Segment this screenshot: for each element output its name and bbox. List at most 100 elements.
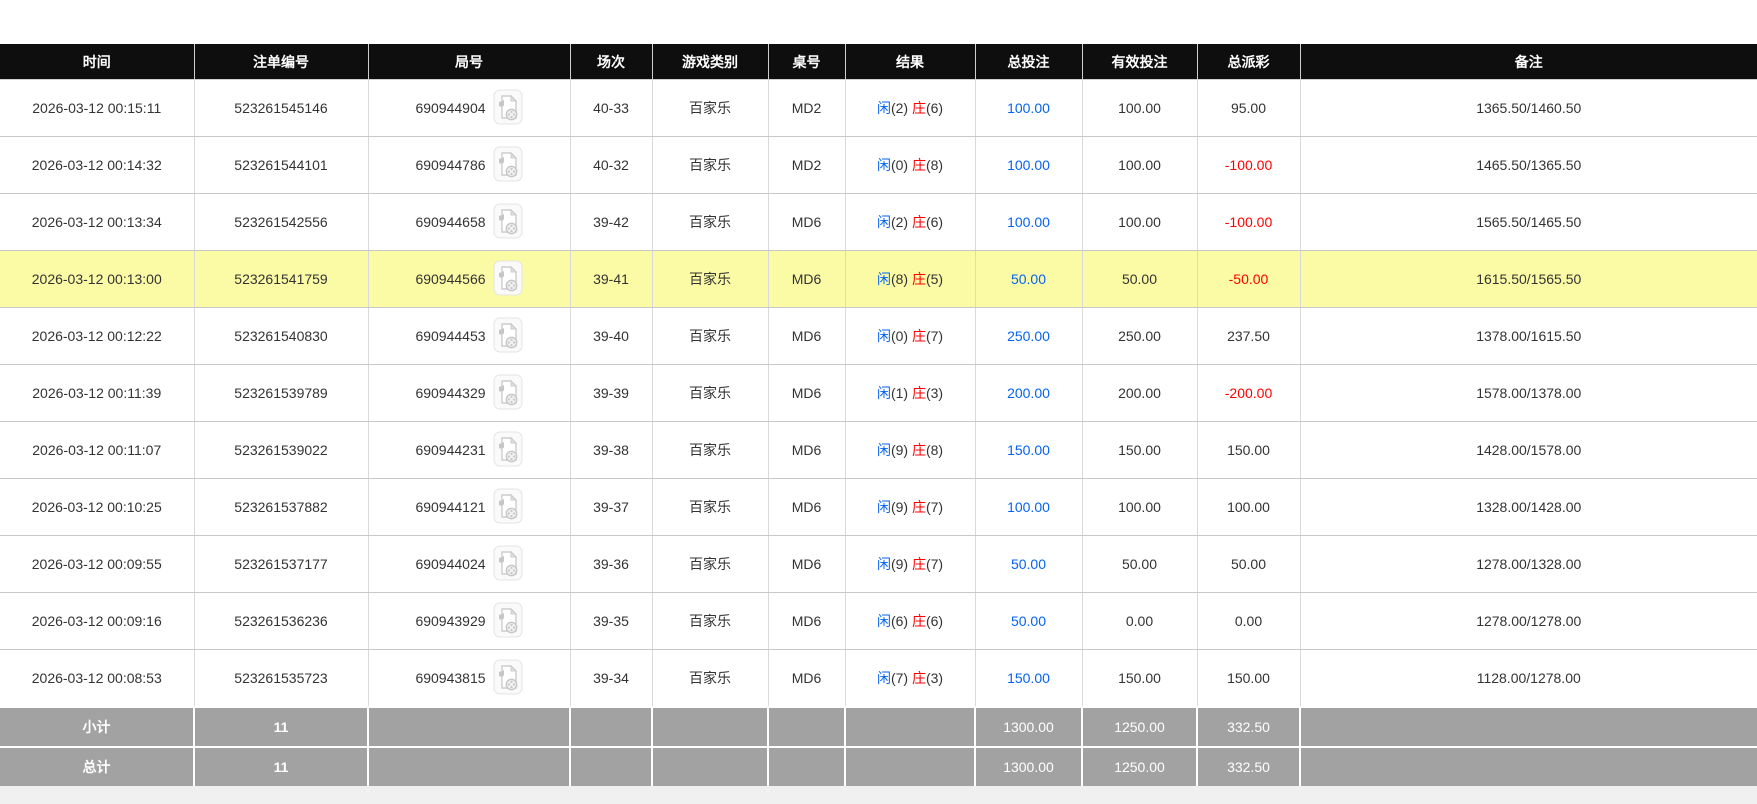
player-label: 闲	[876, 157, 891, 173]
remark-cell: 1128.00/1278.00	[1300, 649, 1757, 708]
result-cell: 闲(9) 庄(7)	[845, 478, 976, 536]
video-replay-icon[interactable]	[493, 89, 523, 128]
column-header-total-bet: 总投注	[975, 44, 1083, 80]
banker-score: (8)	[925, 157, 944, 173]
table-row: 2026-03-12 00:13:00 523261541759 690944566…	[0, 250, 1757, 308]
table-id-cell: MD6	[768, 649, 846, 708]
remark-cell: 1428.00/1578.00	[1300, 421, 1757, 479]
column-header-table-id: 桌号	[768, 44, 846, 80]
video-replay-icon[interactable]	[493, 431, 523, 470]
total-bet-link[interactable]: 100.00	[1007, 214, 1050, 230]
table-id-cell: MD6	[768, 307, 846, 365]
video-replay-icon[interactable]	[493, 602, 523, 641]
bet-id-cell: 523261544101	[194, 136, 369, 194]
table-row: 2026-03-12 00:08:53 523261535723 690943815…	[0, 649, 1757, 708]
total-bet-link[interactable]: 200.00	[1007, 385, 1050, 401]
remark-cell: 1615.50/1565.50	[1300, 250, 1757, 308]
total-bet-cell: 150.00	[975, 421, 1083, 479]
payout-cell: 237.50	[1197, 307, 1301, 365]
header-row: 时间 注单编号 局号 场次 游戏类别 桌号 结果 总投注 有效投注 总派彩 备注	[0, 44, 1757, 80]
footer-empty-round	[368, 706, 571, 747]
bottom-spacer	[0, 786, 1757, 804]
table-id-cell: MD6	[768, 193, 846, 251]
player-label: 闲	[876, 670, 891, 686]
total-bet-link[interactable]: 50.00	[1011, 271, 1046, 287]
result-cell: 闲(8) 庄(5)	[845, 250, 976, 308]
video-replay-icon[interactable]	[493, 317, 523, 356]
game-type-cell: 百家乐	[652, 364, 769, 422]
top-spacer	[0, 0, 1757, 44]
banker-score: (7)	[925, 499, 944, 515]
valid-bet-cell: 100.00	[1082, 478, 1198, 536]
table-row: 2026-03-12 00:14:32 523261544101 690944786…	[0, 136, 1757, 194]
remark-cell: 1378.00/1615.50	[1300, 307, 1757, 365]
table-id-cell: MD6	[768, 592, 846, 650]
footer-empty-remark	[1300, 706, 1757, 747]
total-bet-cell: 100.00	[975, 79, 1083, 137]
result-cell: 闲(9) 庄(8)	[845, 421, 976, 479]
video-replay-icon[interactable]	[493, 260, 523, 299]
bet-id-cell: 523261542556	[194, 193, 369, 251]
total-bet-link[interactable]: 150.00	[1007, 442, 1050, 458]
table-row: 2026-03-12 00:13:34 523261542556 690944658…	[0, 193, 1757, 251]
banker-score: (6)	[925, 613, 944, 629]
footer-empty-result	[845, 706, 976, 747]
bet-id-cell: 523261539022	[194, 421, 369, 479]
total-bet-cell: 100.00	[975, 136, 1083, 194]
footer-empty-table-id	[768, 746, 846, 786]
table-row: 2026-03-12 00:10:25 523261537882 690944121…	[0, 478, 1757, 536]
banker-label: 庄	[911, 556, 926, 572]
total-bet-link[interactable]: 100.00	[1007, 100, 1050, 116]
round-id: 690944566	[415, 271, 486, 287]
valid-bet-cell: 100.00	[1082, 136, 1198, 194]
result-cell: 闲(2) 庄(6)	[845, 79, 976, 137]
round-id: 690944231	[415, 442, 486, 458]
payout-cell: -100.00	[1197, 193, 1301, 251]
video-replay-icon[interactable]	[493, 374, 523, 413]
remark-cell: 1565.50/1465.50	[1300, 193, 1757, 251]
bet-id-cell: 523261540830	[194, 307, 369, 365]
video-replay-icon[interactable]	[493, 203, 523, 242]
banker-label: 庄	[911, 613, 926, 629]
result-cell: 闲(0) 庄(7)	[845, 307, 976, 365]
session-cell: 39-39	[570, 364, 653, 422]
video-replay-icon[interactable]	[493, 659, 523, 698]
round-id: 690944329	[415, 385, 486, 401]
result-cell: 闲(6) 庄(6)	[845, 592, 976, 650]
result-cell: 闲(1) 庄(3)	[845, 364, 976, 422]
valid-bet-cell: 50.00	[1082, 535, 1198, 593]
total-bet-link[interactable]: 100.00	[1007, 157, 1050, 173]
valid-bet-cell: 150.00	[1082, 421, 1198, 479]
total-bet-cell: 150.00	[975, 649, 1083, 708]
total-bet-cell: 100.00	[975, 193, 1083, 251]
session-cell: 39-37	[570, 478, 653, 536]
video-replay-icon[interactable]	[493, 146, 523, 185]
player-label: 闲	[876, 328, 891, 344]
banker-label: 庄	[911, 442, 926, 458]
table-row: 2026-03-12 00:11:39 523261539789 690944329…	[0, 364, 1757, 422]
payout-cell: 0.00	[1197, 592, 1301, 650]
round-cell: 690944121	[368, 478, 571, 536]
footer-empty-session	[570, 706, 653, 747]
player-label: 闲	[876, 613, 891, 629]
payout-cell: 95.00	[1197, 79, 1301, 137]
remark-cell: 1278.00/1328.00	[1300, 535, 1757, 593]
round-cell: 690943815	[368, 649, 571, 708]
footer-empty-game-type	[652, 706, 769, 747]
total-bet-link[interactable]: 150.00	[1007, 670, 1050, 686]
session-cell: 39-41	[570, 250, 653, 308]
total-bet-link[interactable]: 250.00	[1007, 328, 1050, 344]
session-cell: 40-32	[570, 136, 653, 194]
table-row: 2026-03-12 00:11:07 523261539022 690944231…	[0, 421, 1757, 479]
time-cell: 2026-03-12 00:13:34	[0, 193, 195, 251]
total-bet-link[interactable]: 100.00	[1007, 499, 1050, 515]
round-cell: 690944453	[368, 307, 571, 365]
payout-cell: 100.00	[1197, 478, 1301, 536]
total-bet-link[interactable]: 50.00	[1011, 613, 1046, 629]
video-replay-icon[interactable]	[493, 545, 523, 584]
video-replay-icon[interactable]	[493, 488, 523, 527]
player-score: (0)	[890, 328, 912, 344]
valid-bet-cell: 100.00	[1082, 79, 1198, 137]
banker-score: (5)	[925, 271, 944, 287]
total-bet-link[interactable]: 50.00	[1011, 556, 1046, 572]
